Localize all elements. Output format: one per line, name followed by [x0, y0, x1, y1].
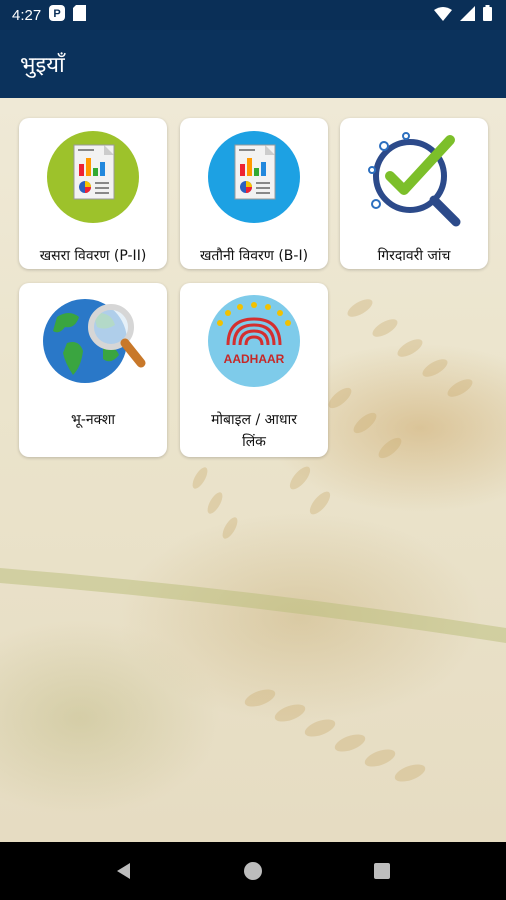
content-area: खसरा विवरण (P-II) खतौनी विवरण (B-I) गिरद…	[0, 98, 506, 842]
status-time: 4:27	[12, 6, 42, 24]
navigation-bar	[0, 842, 506, 900]
globe-search-icon	[43, 299, 146, 383]
app-title: भुइयाँ	[20, 53, 65, 78]
tile-label-line2: लिंक	[242, 434, 266, 450]
svg-text:P: P	[54, 8, 61, 20]
wifi-icon	[434, 6, 452, 25]
app-bar: भुइयाँ	[0, 30, 506, 98]
report-icon	[47, 131, 139, 223]
aadhaar-icon: AADHAAR	[208, 295, 300, 387]
tile-label-line1: मोबाइल / आधार	[211, 412, 297, 428]
tile-label: खसरा विवरण (P-II)	[39, 248, 147, 264]
tile-khatauni-vivaran[interactable]: खतौनी विवरण (B-I)	[180, 118, 328, 269]
verify-check-icon	[368, 132, 461, 227]
aadhaar-logo-text: AADHAAR	[224, 352, 285, 366]
recents-button[interactable]	[362, 851, 402, 891]
blogger-icon: P	[49, 5, 66, 25]
tile-label: खतौनी विवरण (B-I)	[199, 248, 309, 264]
status-bar: 4:27 P	[0, 0, 506, 30]
home-circle-icon	[243, 862, 262, 880]
tile-bhu-naksha[interactable]: भू-नक्शा	[19, 283, 167, 457]
tile-label: भू-नक्शा	[71, 412, 115, 428]
tile-mobile-aadhaar-link[interactable]: AADHAAR मोबाइल / आधार लिंक	[180, 283, 328, 457]
sd-card-icon	[73, 5, 87, 25]
tile-girdawari-janch[interactable]: गिरदावरी जांच	[340, 118, 488, 269]
back-triangle-icon	[117, 863, 131, 879]
back-button[interactable]	[104, 851, 144, 891]
report-icon	[208, 131, 300, 223]
home-button[interactable]	[233, 851, 273, 891]
tile-khasra-vivaran[interactable]: खसरा विवरण (P-II)	[19, 118, 167, 269]
signal-icon	[460, 5, 475, 25]
battery-icon	[483, 5, 492, 25]
tile-label: गिरदावरी जांच	[377, 248, 451, 264]
recents-square-icon	[373, 863, 390, 879]
